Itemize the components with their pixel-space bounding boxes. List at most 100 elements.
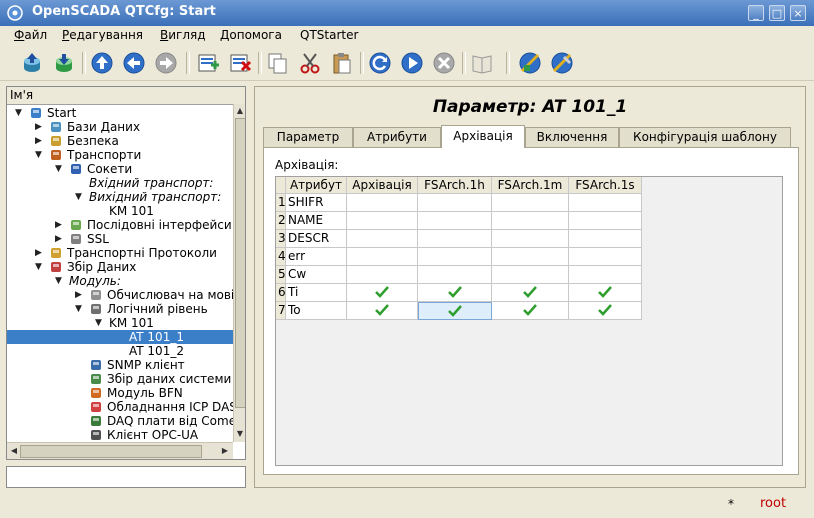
menu-help[interactable]: Допомога — [220, 28, 282, 42]
scroll-thumb[interactable] — [235, 118, 245, 408]
up-button[interactable] — [90, 51, 114, 75]
tree-item[interactable]: ▶ Транспортні Протоколи — [7, 246, 233, 260]
menu-view[interactable]: Вигляд — [160, 28, 206, 42]
collapsed-arrow-icon[interactable]: ▶ — [35, 122, 45, 132]
tree-item[interactable]: ▼ Збір Даних — [7, 260, 233, 274]
archive-checkbox-cell[interactable] — [418, 266, 492, 284]
close-button[interactable]: × — [790, 5, 806, 21]
collapsed-arrow-icon[interactable]: ▶ — [35, 248, 45, 258]
scroll-left-icon[interactable]: ◀ — [8, 445, 20, 457]
tree-item[interactable]: Збір даних системи — [7, 372, 233, 386]
archive-checkbox-cell[interactable] — [569, 302, 642, 320]
archive-checkbox-cell[interactable] — [569, 212, 642, 230]
archive-checkbox-cell[interactable] — [569, 266, 642, 284]
archive-checkbox-cell[interactable] — [347, 212, 418, 230]
tree-header[interactable]: Ім'я — [7, 87, 245, 105]
tree-item[interactable]: DAQ плати від Comedi — [7, 414, 233, 428]
tab-2[interactable]: Архівація — [441, 125, 525, 148]
archive-checkbox-cell[interactable] — [347, 266, 418, 284]
tree-item[interactable]: ▼ Сокети — [7, 162, 233, 176]
expanded-arrow-icon[interactable]: ▼ — [35, 262, 45, 272]
tree-item[interactable]: ▶ Послідовні інтерфейси — [7, 218, 233, 232]
archive-checkbox-cell[interactable] — [418, 302, 492, 320]
refresh-button[interactable] — [368, 51, 392, 75]
archive-checkbox-cell[interactable] — [569, 284, 642, 302]
archive-checkbox-cell[interactable] — [492, 284, 569, 302]
db-save-button[interactable] — [52, 51, 76, 75]
expanded-arrow-icon[interactable]: ▼ — [75, 192, 85, 202]
tree-item[interactable]: Клієнт OPC-UA — [7, 428, 233, 442]
tree-item[interactable]: ▼ Логічний рівень — [7, 302, 233, 316]
tree-item[interactable]: SNMP клієнт — [7, 358, 233, 372]
start-button[interactable] — [400, 51, 424, 75]
collapsed-arrow-icon[interactable]: ▶ — [35, 136, 45, 146]
archive-checkbox-cell[interactable] — [492, 266, 569, 284]
paste-button[interactable] — [330, 51, 354, 75]
db-load-button[interactable] — [20, 51, 44, 75]
archive-checkbox-cell[interactable] — [418, 230, 492, 248]
tree-horizontal-scrollbar[interactable]: ◀ ▶ — [7, 442, 233, 459]
tree-item[interactable]: ▼ Транспорти — [7, 148, 233, 162]
archive-checkbox-cell[interactable] — [347, 302, 418, 320]
maximize-button[interactable]: □ — [769, 5, 785, 21]
tree-item[interactable]: ▶ Обчислювач на мові — [7, 288, 233, 302]
cut-button[interactable] — [298, 51, 322, 75]
expanded-arrow-icon[interactable]: ▼ — [15, 108, 25, 118]
scroll-right-icon[interactable]: ▶ — [219, 445, 231, 457]
tree-item[interactable]: ▼ KM 101 — [7, 316, 233, 330]
column-header[interactable]: FSArch.1s — [569, 177, 642, 194]
tree-item[interactable]: ▼ Start — [7, 106, 233, 120]
archive-checkbox-cell[interactable] — [347, 248, 418, 266]
delete-item-button[interactable] — [228, 51, 252, 75]
tree-item[interactable]: ▶ Безпека — [7, 134, 233, 148]
forward-button[interactable] — [154, 51, 178, 75]
archive-checkbox-cell[interactable] — [418, 194, 492, 212]
tree-item[interactable]: ▼ Вихідний транспорт: — [7, 190, 233, 204]
expanded-arrow-icon[interactable]: ▼ — [95, 318, 105, 328]
copy-button[interactable] — [266, 51, 290, 75]
station-button[interactable] — [518, 51, 542, 75]
archive-checkbox-cell[interactable] — [418, 248, 492, 266]
scroll-thumb[interactable] — [20, 445, 202, 458]
collapsed-arrow-icon[interactable]: ▶ — [55, 220, 65, 230]
tab-0[interactable]: Параметр — [263, 127, 353, 147]
column-header[interactable]: FSArch.1m — [492, 177, 569, 194]
archive-checkbox-cell[interactable] — [492, 194, 569, 212]
tree-item[interactable]: KM 101 — [7, 204, 233, 218]
collapsed-arrow-icon[interactable]: ▶ — [55, 234, 65, 244]
tab-3[interactable]: Включення — [525, 127, 619, 147]
navigation-tree[interactable]: ▼ Start ▶ Бази Даних ▶ Безпека ▼ Транспорти ▼ Сок… — [7, 104, 233, 442]
tree-vertical-scrollbar[interactable]: ▲ ▼ — [233, 104, 245, 442]
tab-1[interactable]: Атрибути — [353, 127, 441, 147]
scroll-down-icon[interactable]: ▼ — [234, 428, 245, 440]
menu-qtstarter[interactable]: QTStarter — [300, 28, 358, 42]
archive-checkbox-cell[interactable] — [418, 212, 492, 230]
manual-button[interactable] — [470, 51, 494, 75]
archive-checkbox-cell[interactable] — [492, 302, 569, 320]
column-header[interactable]: FSArch.1h — [418, 177, 492, 194]
archive-checkbox-cell[interactable] — [492, 212, 569, 230]
tree-item[interactable]: ▶ SSL — [7, 232, 233, 246]
back-button[interactable] — [122, 51, 146, 75]
tree-item[interactable]: AT 101_2 — [7, 344, 233, 358]
archive-checkbox-cell[interactable] — [492, 230, 569, 248]
station-settings-button[interactable] — [550, 51, 574, 75]
tree-item[interactable]: Модуль BFN — [7, 386, 233, 400]
archive-checkbox-cell[interactable] — [569, 230, 642, 248]
column-header[interactable]: Атрибут — [286, 177, 347, 194]
tree-item[interactable]: AT 101_1 — [7, 330, 233, 344]
expanded-arrow-icon[interactable]: ▼ — [35, 150, 45, 160]
menu-file[interactable]: Файл — [14, 28, 47, 42]
stop-button[interactable] — [432, 51, 456, 75]
title-bar[interactable]: OpenSCADA QTCfg: Start _ □ × — [0, 0, 814, 26]
column-header[interactable]: Архівація — [347, 177, 418, 194]
archive-checkbox-cell[interactable] — [347, 284, 418, 302]
tree-filter-input[interactable] — [6, 466, 246, 488]
archive-checkbox-cell[interactable] — [347, 230, 418, 248]
archive-checkbox-cell[interactable] — [418, 284, 492, 302]
tree-item[interactable]: Обладнання ICP DAS — [7, 400, 233, 414]
expanded-arrow-icon[interactable]: ▼ — [75, 304, 85, 314]
tree-item[interactable]: Вхідний транспорт: — [7, 176, 233, 190]
menu-edit[interactable]: Редагування — [62, 28, 143, 42]
tree-item[interactable]: ▼ Модуль: — [7, 274, 233, 288]
